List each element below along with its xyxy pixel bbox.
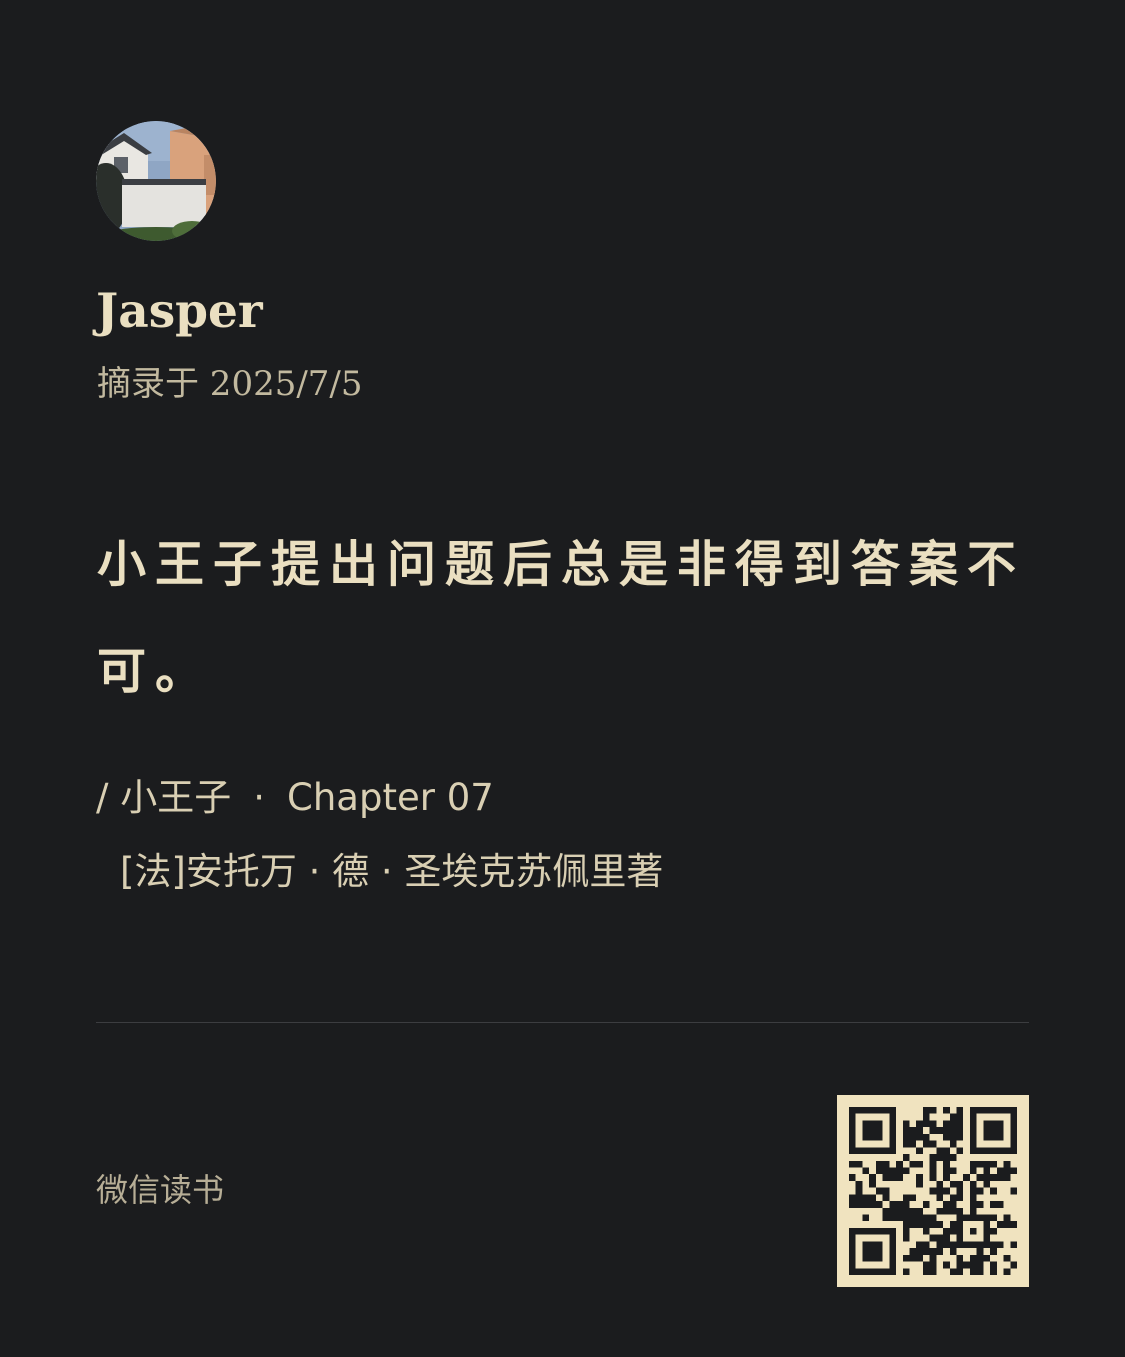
book-info[interactable]: / 小王子 · Chapter 07 — [96, 772, 494, 824]
excerpt-date: 摘录于 2025/7/5 — [97, 364, 363, 404]
book-author: [法]安托万 · 德 · 圣埃克苏佩里著 — [120, 850, 664, 893]
user-name: Jasper — [96, 284, 263, 339]
divider — [96, 1022, 1029, 1023]
chapter-label: Chapter 07 — [287, 776, 494, 819]
app-name: 微信读书 — [96, 1171, 225, 1209]
quote-text: 小王子提出问题后总是非得到答案不可。 — [97, 536, 1026, 700]
avatar-photo-icon — [96, 121, 216, 241]
user-avatar[interactable] — [96, 121, 216, 241]
qr-code[interactable] — [837, 1095, 1029, 1287]
dot-separator: · — [253, 776, 265, 819]
quote-share-card: Jasper 摘录于 2025/7/5 小王子提出问题后总是非得到答案不可。 /… — [0, 0, 1125, 1357]
qr-code-icon — [849, 1107, 1017, 1275]
book-title: / 小王子 — [96, 776, 232, 819]
